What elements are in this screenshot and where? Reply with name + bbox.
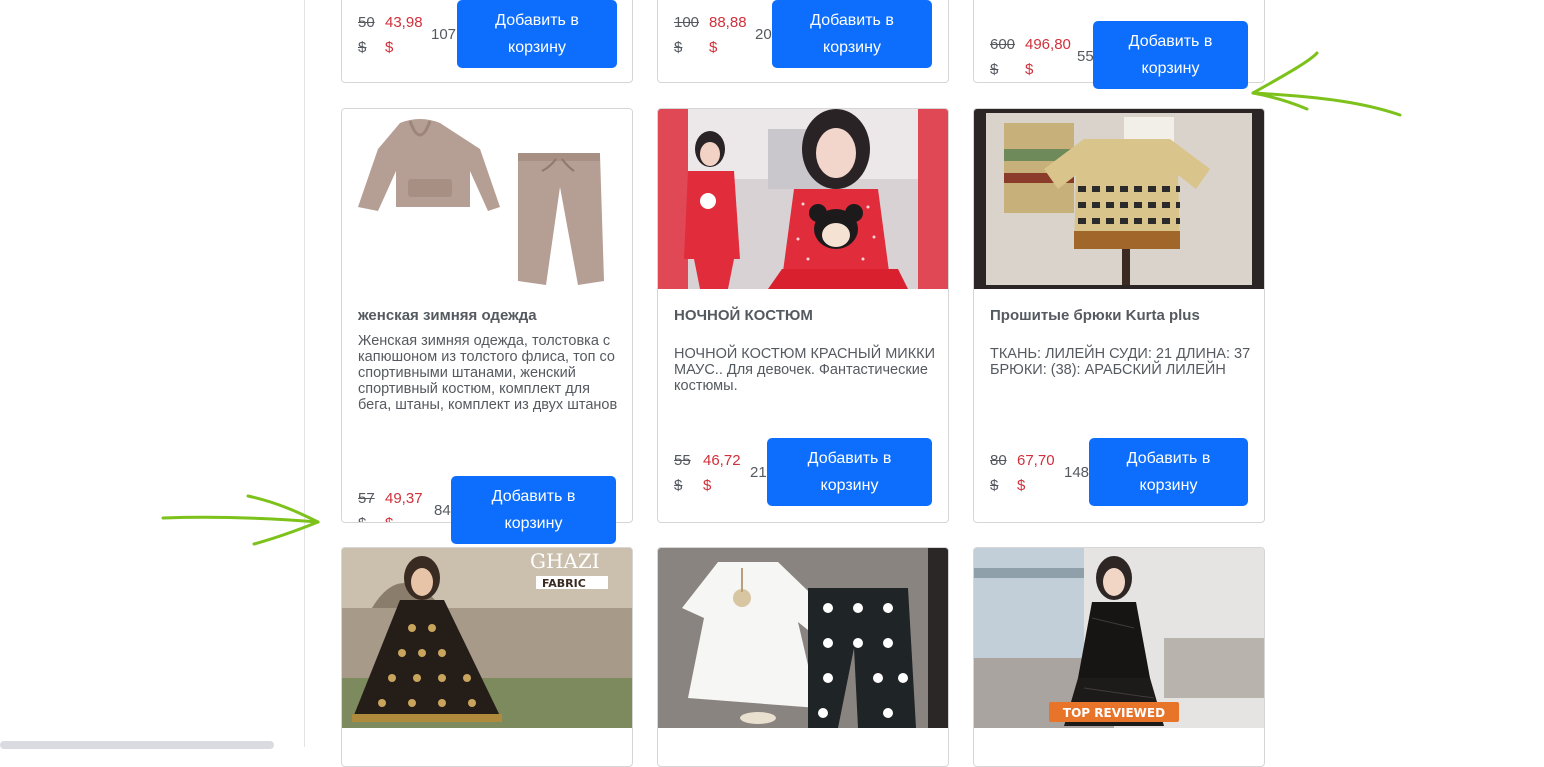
stock-count: 148: [1064, 464, 1090, 481]
product-image[interactable]: GHAZI FABRIC: [342, 548, 632, 728]
product-card: TOP REVIEWED: [973, 547, 1265, 767]
stock-count: 84: [434, 502, 451, 519]
stock-count: 20: [755, 26, 772, 43]
new-price: 46,72 $: [703, 452, 741, 494]
new-price: 88,88 $: [709, 14, 747, 56]
product-title[interactable]: НОЧНОЙ КОСТЮМ: [674, 307, 936, 325]
new-price: 496,80 $: [1025, 36, 1071, 78]
badge-text: TOP REVIEWED: [1063, 706, 1165, 720]
product-card: GHAZI FABRIC: [341, 547, 633, 767]
product-description: НОЧНОЙ КОСТЮМ КРАСНЫЙ МИККИ МАУС.. Для д…: [674, 346, 936, 394]
annotation-arrow-icon: [161, 494, 320, 546]
stock-count: 21: [750, 464, 767, 481]
add-to-cart-button[interactable]: Добавить в корзину: [457, 0, 617, 68]
new-price: 43,98 $: [385, 14, 423, 56]
old-price: 600 $: [990, 36, 1016, 78]
product-card: женская зимняя одежда Женская зимняя оде…: [341, 108, 633, 523]
product-image[interactable]: [658, 109, 948, 289]
product-image[interactable]: [658, 548, 948, 728]
brand-text: GHAZI: [530, 549, 600, 573]
add-to-cart-button[interactable]: Добавить в корзину: [767, 438, 932, 506]
product-image[interactable]: TOP REVIEWED: [974, 548, 1264, 728]
horizontal-scrollbar[interactable]: [0, 741, 274, 749]
product-card: [657, 547, 949, 767]
add-to-cart-button[interactable]: Добавить в корзину: [451, 476, 616, 544]
product-image[interactable]: [974, 109, 1264, 289]
new-price: 49,37$: [385, 490, 423, 522]
add-to-cart-button[interactable]: Добавить в корзину: [772, 0, 932, 68]
add-to-cart-button[interactable]: Добавить в корзину: [1093, 21, 1248, 89]
stock-count: 107: [431, 26, 457, 43]
product-description: ТКАНЬ: ЛИЛЕЙН СУДИ: 21 ДЛИНА: 37 БРЮКИ: …: [990, 346, 1251, 378]
old-price: 100 $: [674, 14, 700, 56]
product-title[interactable]: Прошитые брюки Kurta plus: [990, 307, 1252, 325]
new-price: 67,70 $: [1017, 452, 1055, 494]
add-to-cart-button[interactable]: Добавить в корзину: [1089, 438, 1248, 506]
stock-count: 55: [1077, 48, 1094, 65]
brand-subtext: FABRIC: [542, 577, 586, 590]
annotation-arrow-icon: [1251, 51, 1402, 117]
product-description: Женская зимняя одежда, толстовка с капюш…: [358, 333, 618, 413]
product-title[interactable]: женская зимняя одежда: [358, 307, 620, 325]
sidebar-divider: [304, 0, 305, 747]
product-image[interactable]: [342, 109, 632, 289]
